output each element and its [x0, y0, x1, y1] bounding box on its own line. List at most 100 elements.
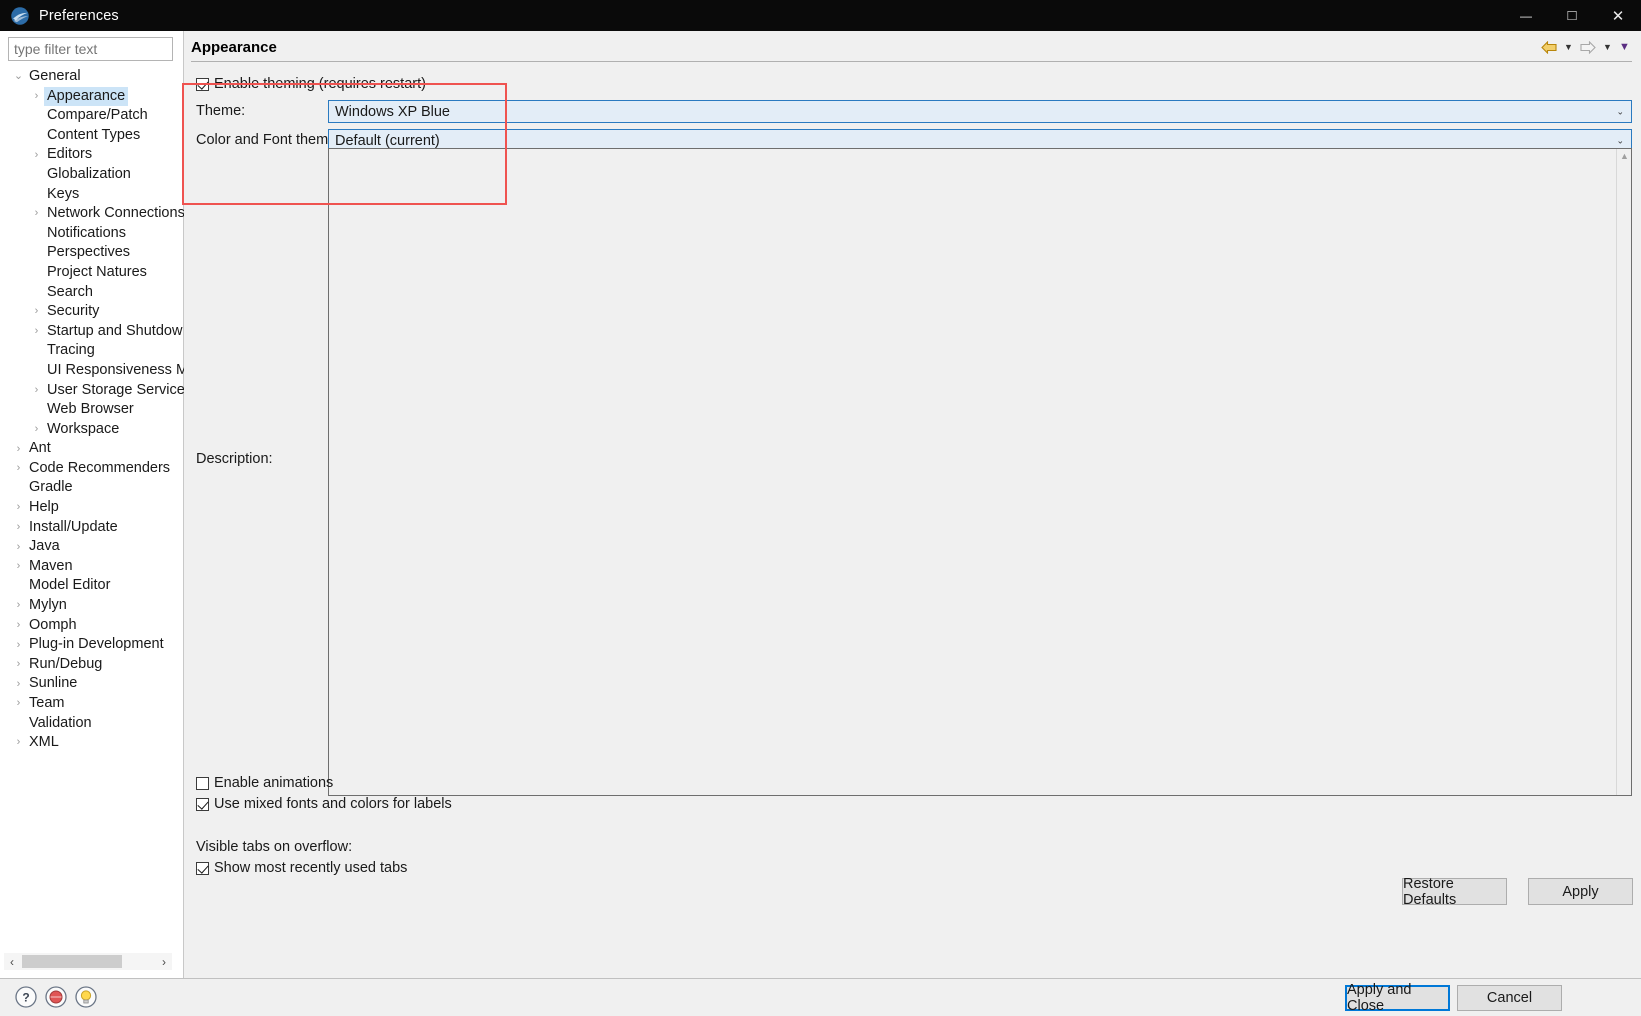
enable-animations-checkbox-row[interactable]: Enable animations: [196, 775, 333, 791]
description-textarea[interactable]: ▲: [328, 148, 1632, 796]
sidebar-item-compare-patch[interactable]: Compare/Patch: [0, 106, 184, 126]
enable-animations-label: Enable animations: [214, 775, 334, 791]
sidebar-item-web-browser[interactable]: Web Browser: [0, 400, 184, 420]
sidebar-item-notifications[interactable]: Notifications: [0, 224, 184, 244]
chevron-right-icon[interactable]: ›: [11, 463, 26, 474]
use-mixed-fonts-checkbox[interactable]: [196, 797, 209, 811]
sidebar-item-workspace[interactable]: › Workspace: [0, 420, 184, 440]
chevron-right-icon[interactable]: ›: [11, 659, 26, 670]
sidebar-item-help[interactable]: › Help: [0, 498, 184, 518]
theme-combobox[interactable]: Windows XP Blue ⌄: [328, 100, 1632, 123]
sidebar-item-install-update[interactable]: › Install/Update: [0, 518, 184, 538]
sidebar-item-ui-responsiveness-m[interactable]: UI Responsiveness M: [0, 361, 184, 381]
cancel-button[interactable]: Cancel: [1457, 985, 1562, 1011]
enable-animations-checkbox[interactable]: [196, 776, 209, 790]
sidebar-item-search[interactable]: Search: [0, 283, 184, 303]
enable-theming-checkbox[interactable]: [196, 77, 209, 91]
sidebar-item-run-debug[interactable]: › Run/Debug: [0, 655, 184, 675]
sidebar-item-ant[interactable]: › Ant: [0, 439, 184, 459]
chevron-right-icon[interactable]: ›: [11, 521, 26, 533]
apply-and-close-button[interactable]: Apply and Close: [1345, 982, 1450, 1014]
chevron-right-icon[interactable]: ›: [11, 561, 26, 572]
sidebar-item-maven[interactable]: › Maven: [0, 557, 184, 577]
sidebar-item-general[interactable]: ⌄ General: [0, 67, 184, 87]
sidebar-item-gradle[interactable]: Gradle: [0, 478, 184, 498]
description-vertical-scrollbar[interactable]: ▲: [1616, 149, 1631, 795]
sidebar-item-appearance[interactable]: › Appearance: [0, 86, 184, 107]
chevron-right-icon[interactable]: ›: [11, 502, 26, 513]
sidebar-item-label: Run/Debug: [29, 655, 103, 672]
apply-button[interactable]: Apply: [1528, 878, 1633, 905]
sidebar-item-xml[interactable]: › XML: [0, 733, 184, 753]
tree-horizontal-scrollbar[interactable]: ‹ ›: [4, 953, 172, 970]
show-mru-tabs-checkbox[interactable]: [196, 861, 209, 875]
chevron-right-icon[interactable]: ›: [29, 306, 44, 317]
scroll-left-icon[interactable]: ‹: [4, 955, 20, 969]
sidebar-item-user-storage-service[interactable]: › User Storage Service: [0, 381, 184, 401]
chevron-right-icon[interactable]: ›: [11, 639, 26, 651]
sidebar-item-sunline[interactable]: › Sunline: [0, 674, 184, 694]
chevron-down-icon[interactable]: ⌄: [11, 71, 26, 82]
sidebar-item-label: Code Recommenders: [29, 459, 171, 476]
sidebar-item-project-natures[interactable]: Project Natures: [0, 263, 184, 283]
sidebar-item-keys[interactable]: Keys: [0, 185, 184, 205]
sidebar-item-validation[interactable]: Validation: [0, 714, 184, 734]
sidebar-item-java[interactable]: › Java: [0, 537, 184, 557]
title-divider: [191, 61, 1632, 62]
chevron-right-icon[interactable]: ›: [29, 208, 44, 219]
sidebar-item-network-connections[interactable]: › Network Connections: [0, 204, 184, 224]
sidebar-item-plug-in-development[interactable]: › Plug-in Development: [0, 635, 184, 655]
show-mru-tabs-checkbox-row[interactable]: Show most recently used tabs: [196, 860, 407, 876]
sidebar-item-oomph[interactable]: › Oomph: [0, 616, 184, 636]
maximize-icon[interactable]: □: [1549, 0, 1595, 31]
chevron-right-icon[interactable]: ›: [11, 737, 26, 748]
use-mixed-fonts-checkbox-row[interactable]: Use mixed fonts and colors for labels: [196, 796, 452, 812]
chevron-right-icon[interactable]: ›: [29, 384, 44, 396]
sidebar-item-label: Mylyn: [29, 597, 67, 614]
back-arrow-icon[interactable]: [1538, 37, 1560, 57]
restore-defaults-button[interactable]: Restore Defaults: [1402, 876, 1507, 908]
scroll-right-icon[interactable]: ›: [156, 955, 172, 969]
enable-theming-checkbox-row[interactable]: Enable theming (requires restart): [196, 76, 426, 92]
record-red-icon[interactable]: [45, 986, 67, 1008]
sidebar-item-tracing[interactable]: Tracing: [0, 341, 184, 361]
sidebar-item-editors[interactable]: › Editors: [0, 145, 184, 165]
close-icon[interactable]: ✕: [1595, 0, 1641, 31]
chevron-right-icon[interactable]: ›: [29, 423, 44, 435]
chevron-down-icon[interactable]: ⌄: [1616, 135, 1624, 146]
chevron-right-icon[interactable]: ›: [11, 443, 26, 455]
scroll-up-icon[interactable]: ▲: [1617, 151, 1632, 161]
view-menu-chevron-down-icon[interactable]: ▼: [1616, 37, 1633, 57]
chevron-right-icon[interactable]: ›: [11, 600, 26, 611]
close-glyph: ✕: [1611, 7, 1625, 25]
minimize-icon[interactable]: —: [1503, 0, 1549, 31]
sidebar-item-model-editor[interactable]: Model Editor: [0, 576, 184, 596]
sidebar-item-label: Tracing: [47, 342, 95, 359]
chevron-down-icon[interactable]: ⌄: [1616, 106, 1624, 117]
chevron-right-icon[interactable]: ›: [11, 678, 26, 690]
forward-history-chevron-down-icon[interactable]: ▼: [1599, 37, 1616, 57]
help-question-icon[interactable]: ?: [15, 986, 37, 1008]
preferences-tree[interactable]: ⌄ General › Appearance Compare/Patch Content …: [0, 67, 184, 942]
sidebar-item-startup-and-shutdow[interactable]: › Startup and Shutdow: [0, 322, 184, 342]
lightbulb-tip-icon[interactable]: [75, 986, 97, 1008]
sidebar-item-security[interactable]: › Security: [0, 302, 184, 322]
scroll-thumb[interactable]: [22, 955, 122, 968]
theme-label: Theme:: [196, 103, 246, 119]
sidebar-item-globalization[interactable]: Globalization: [0, 165, 184, 185]
sidebar-item-mylyn[interactable]: › Mylyn: [0, 596, 184, 616]
chevron-right-icon[interactable]: ›: [11, 619, 26, 631]
sidebar-item-content-types[interactable]: Content Types: [0, 126, 184, 146]
sidebar-item-code-recommenders[interactable]: › Code Recommenders: [0, 459, 184, 479]
page-navigation-toolbar: ▼ ▼ ▼: [1538, 36, 1633, 58]
back-history-chevron-down-icon[interactable]: ▼: [1560, 37, 1577, 57]
chevron-right-icon[interactable]: ›: [11, 541, 26, 553]
chevron-right-icon[interactable]: ›: [29, 326, 44, 337]
chevron-right-icon[interactable]: ›: [29, 149, 44, 161]
filter-input[interactable]: [8, 37, 173, 61]
chevron-right-icon[interactable]: ›: [11, 698, 26, 709]
sidebar-item-label: Validation: [29, 714, 92, 731]
chevron-right-icon[interactable]: ›: [29, 90, 44, 102]
sidebar-item-team[interactable]: › Team: [0, 694, 184, 714]
sidebar-item-perspectives[interactable]: Perspectives: [0, 243, 184, 263]
